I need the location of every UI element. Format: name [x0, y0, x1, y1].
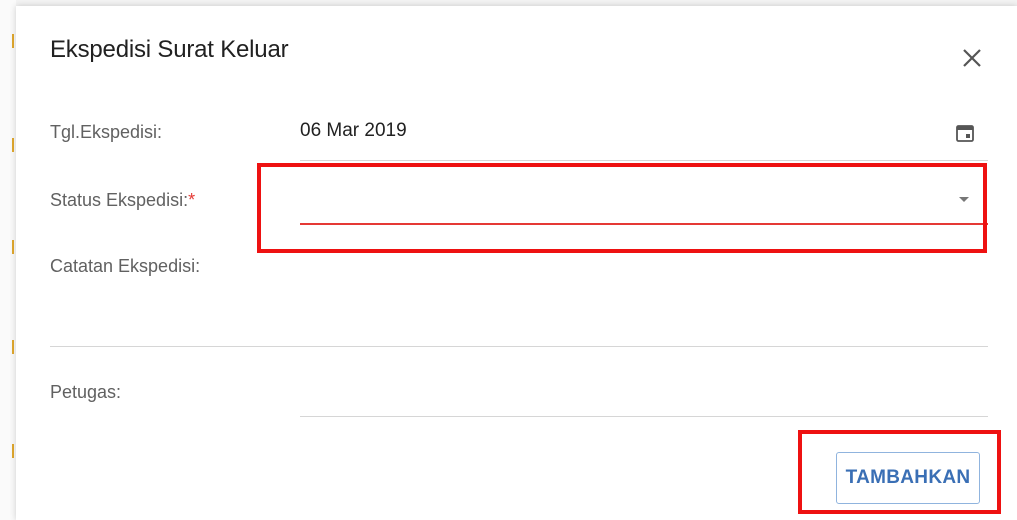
catatan-ekspedisi-textarea[interactable]: [50, 280, 986, 342]
close-button[interactable]: [958, 44, 986, 72]
tgl-ekspedisi-label: Tgl.Ekspedisi:: [50, 122, 163, 142]
petugas-underline: [300, 416, 988, 417]
petugas-label: Petugas:: [50, 382, 122, 402]
background-edge: [0, 0, 16, 520]
highlight-box-status: [257, 163, 987, 253]
tgl-ekspedisi-field[interactable]: 06 Mar 2019: [300, 120, 407, 142]
catatan-ekspedisi-underline: [50, 346, 988, 347]
accent-mark: [12, 138, 14, 152]
required-marker: *: [188, 190, 196, 210]
dialog-title: Ekspedisi Surat Keluar: [50, 36, 289, 63]
accent-mark: [12, 240, 14, 254]
calendar-button[interactable]: [954, 122, 976, 144]
calendar-icon: [956, 125, 974, 142]
accent-mark: [12, 34, 14, 48]
accent-mark: [12, 444, 14, 458]
close-icon: [963, 49, 981, 67]
accent-mark: [12, 340, 14, 354]
tgl-ekspedisi-underline: [300, 160, 988, 161]
petugas-field[interactable]: [300, 378, 988, 416]
highlight-box-button: [798, 430, 1001, 514]
catatan-ekspedisi-label: Catatan Ekspedisi:: [50, 256, 201, 276]
status-ekspedisi-label: Status Ekspedisi:*: [50, 190, 196, 210]
